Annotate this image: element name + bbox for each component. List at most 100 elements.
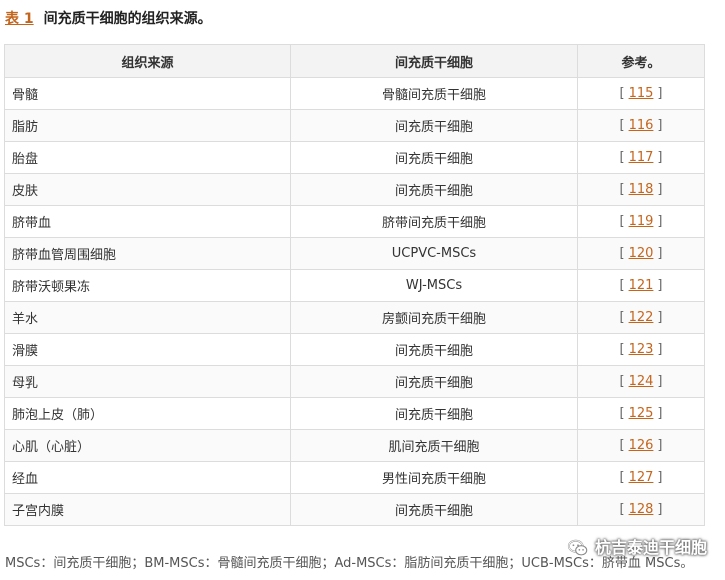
table-row: 脐带沃顿果冻 WJ-MSCs[121]	[4, 269, 705, 302]
reference-link[interactable]: 120	[629, 246, 654, 261]
ref-bracket-close: ]	[657, 502, 663, 517]
cell-reference: [124]	[577, 365, 705, 398]
ref-bracket-open: [	[619, 438, 625, 453]
table-caption: 表 1 间充质干细胞的组织来源。	[5, 8, 212, 30]
header-tissue-source: 组织来源	[4, 44, 291, 78]
table-header-row: 组织来源 间充质干细胞 参考。	[4, 44, 705, 78]
ref-bracket-open: [	[619, 182, 625, 197]
ref-bracket-close: ]	[657, 438, 663, 453]
table-row: 胎盘 间充质干细胞[117]	[4, 141, 705, 174]
cell-reference: [120]	[577, 237, 705, 270]
cell-tissue-source: 羊水	[4, 301, 291, 334]
reference-link[interactable]: 123	[629, 342, 654, 357]
cell-tissue-source: 母乳	[4, 365, 291, 398]
ref-bracket-close: ]	[657, 310, 663, 325]
reference-link[interactable]: 117	[629, 150, 654, 165]
ref-bracket-open: [	[619, 278, 625, 293]
reference-link[interactable]: 116	[629, 118, 654, 133]
ref-bracket-close: ]	[657, 278, 663, 293]
wechat-icon	[567, 539, 588, 556]
ref-bracket-open: [	[619, 214, 625, 229]
cell-msc-type: 间充质干细胞	[290, 397, 578, 430]
table-row: 母乳 间充质干细胞[124]	[4, 365, 705, 398]
cell-reference: [115]	[577, 77, 705, 110]
table-row: 心肌（心脏） 肌间充质干细胞[126]	[4, 429, 705, 462]
reference-link[interactable]: 121	[629, 278, 654, 293]
cell-msc-type: UCPVC-MSCs	[290, 237, 578, 270]
cell-msc-type: 男性间充质干细胞	[290, 461, 578, 494]
ref-bracket-open: [	[619, 86, 625, 101]
ref-bracket-close: ]	[657, 150, 663, 165]
ref-bracket-close: ]	[657, 406, 663, 421]
header-msc: 间充质干细胞	[290, 44, 578, 78]
cell-reference: [117]	[577, 141, 705, 174]
cell-msc-type: 骨髓间充质干细胞	[290, 77, 578, 110]
ref-bracket-open: [	[619, 246, 625, 261]
cell-tissue-source: 滑膜	[4, 333, 291, 366]
cell-tissue-source: 骨髓	[4, 77, 291, 110]
ref-bracket-open: [	[619, 150, 625, 165]
cell-tissue-source: 脐带血	[4, 205, 291, 238]
reference-link[interactable]: 122	[629, 310, 654, 325]
ref-bracket-close: ]	[657, 182, 663, 197]
table-row: 皮肤 间充质干细胞[118]	[4, 173, 705, 206]
table-row: 羊水 房颤间充质干细胞 [122]	[4, 301, 705, 334]
ref-bracket-close: ]	[657, 86, 663, 101]
table-row: 脐带血管周围细胞 UCPVC-MSCs[120]	[4, 237, 705, 270]
watermark-text: 杭吉泰迪干细胞	[594, 538, 707, 557]
ref-bracket-open: [	[619, 470, 625, 485]
cell-msc-type: 间充质干细胞	[290, 493, 578, 526]
table-row: 脐带血 脐带间充质干细胞[119]	[4, 205, 705, 238]
reference-link[interactable]: 118	[629, 182, 654, 197]
cell-reference: [128]	[577, 493, 705, 526]
cell-reference: [127]	[577, 461, 705, 494]
cell-reference: [116]	[577, 109, 705, 142]
cell-msc-type: 肌间充质干细胞	[290, 429, 578, 462]
cell-tissue-source: 脐带血管周围细胞	[4, 237, 291, 270]
watermark: 杭吉泰迪干细胞	[567, 535, 707, 561]
reference-link[interactable]: 124	[629, 374, 654, 389]
msc-source-table: 组织来源 间充质干细胞 参考。 骨髓 骨髓间充质干细胞[115] 脂肪 间充质干细胞[…	[4, 44, 705, 526]
cell-tissue-source: 脂肪	[4, 109, 291, 142]
reference-link[interactable]: 128	[629, 502, 654, 517]
ref-bracket-open: [	[619, 310, 625, 325]
cell-msc-type: 脐带间充质干细胞	[290, 205, 578, 238]
reference-link[interactable]: 119	[629, 214, 654, 229]
ref-bracket-close: ]	[657, 214, 663, 229]
reference-link[interactable]: 125	[629, 406, 654, 421]
ref-bracket-open: [	[619, 406, 625, 421]
table-row: 滑膜 间充质干细胞[123]	[4, 333, 705, 366]
reference-link[interactable]: 127	[629, 470, 654, 485]
cell-tissue-source: 皮肤	[4, 173, 291, 206]
cell-msc-type: 间充质干细胞	[290, 141, 578, 174]
ref-bracket-close: ]	[657, 246, 663, 261]
reference-link[interactable]: 126	[629, 438, 654, 453]
table-row: 子宫内膜 间充质干细胞[128]	[4, 493, 705, 526]
ref-bracket-close: ]	[657, 374, 663, 389]
ref-bracket-open: [	[619, 342, 625, 357]
ref-bracket-close: ]	[657, 342, 663, 357]
ref-bracket-close: ]	[657, 118, 663, 133]
ref-bracket-open: [	[619, 502, 625, 517]
ref-bracket-open: [	[619, 374, 625, 389]
cell-msc-type: 间充质干细胞	[290, 109, 578, 142]
cell-msc-type: 房颤间充质干细胞	[290, 301, 578, 334]
cell-reference: [121]	[577, 269, 705, 302]
cell-reference: [118]	[577, 173, 705, 206]
cell-reference: [126]	[577, 429, 705, 462]
cell-msc-type: 间充质干细胞	[290, 365, 578, 398]
header-reference: 参考。	[577, 44, 705, 78]
table-row: 脂肪 间充质干细胞[116]	[4, 109, 705, 142]
cell-tissue-source: 心肌（心脏）	[4, 429, 291, 462]
reference-link[interactable]: 115	[629, 86, 654, 101]
ref-bracket-close: ]	[657, 470, 663, 485]
cell-reference: [123]	[577, 333, 705, 366]
cell-tissue-source: 肺泡上皮（肺）	[4, 397, 291, 430]
table-title: 间充质干细胞的组织来源。	[43, 11, 212, 27]
cell-msc-type: WJ-MSCs	[290, 269, 578, 302]
cell-reference: [119]	[577, 205, 705, 238]
cell-msc-type: 间充质干细胞	[290, 333, 578, 366]
cell-tissue-source: 子宫内膜	[4, 493, 291, 526]
table-number-link[interactable]: 表 1	[5, 11, 34, 27]
cell-tissue-source: 胎盘	[4, 141, 291, 174]
